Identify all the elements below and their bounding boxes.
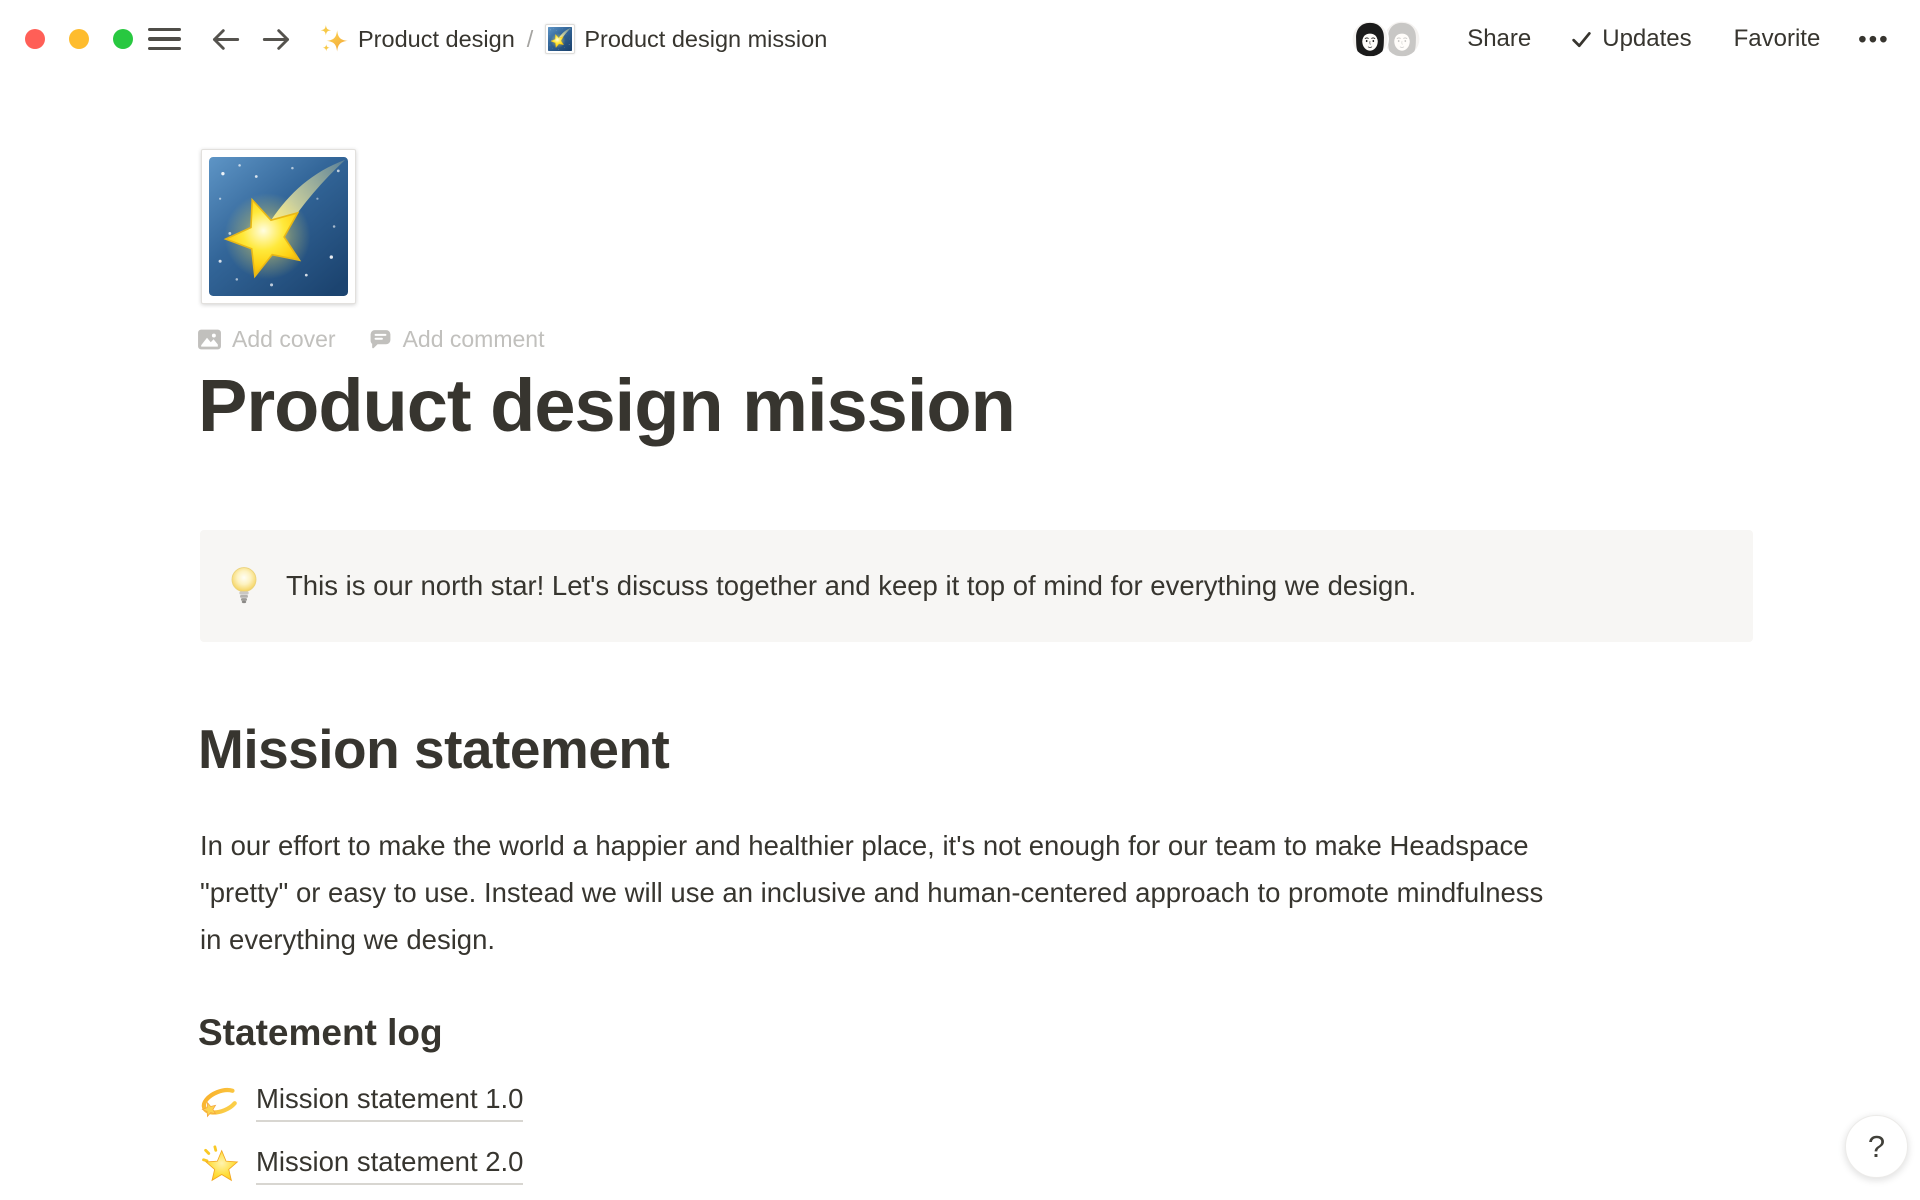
shooting-star-page-icon (545, 24, 575, 54)
back-arrow-icon[interactable] (210, 26, 241, 53)
page-link-mission-statement-1[interactable]: Mission statement 1.0 (199, 1077, 523, 1127)
more-options-button[interactable]: ••• (1858, 26, 1890, 53)
ellipsis-icon: ••• (1858, 26, 1890, 53)
picture-icon (197, 327, 222, 352)
help-button[interactable]: ? (1845, 1115, 1908, 1178)
window-topbar: Product design / Product design mission … (0, 0, 1920, 78)
question-mark-icon: ? (1868, 1129, 1885, 1165)
glowing-star-emoji (199, 1143, 243, 1187)
zoom-button[interactable] (113, 29, 133, 49)
collaborator-avatars[interactable] (1351, 20, 1421, 58)
comment-bubble-icon (368, 327, 393, 352)
checkmark-icon (1571, 30, 1592, 48)
paragraph-line: "pretty" or easy to use. Instead we will… (200, 869, 1543, 916)
favorite-button[interactable]: Favorite (1734, 25, 1821, 53)
sparkles-icon (319, 24, 349, 54)
callout-text: This is our north star! Let's discuss to… (286, 567, 1416, 605)
mission-paragraph: In our effort to make the world a happie… (200, 822, 1543, 963)
breadcrumb-label: Product design mission (584, 26, 827, 53)
shooting-star-image (209, 157, 348, 296)
window-controls (25, 29, 133, 49)
hamburger-menu-icon[interactable] (146, 24, 183, 55)
close-button[interactable] (25, 29, 45, 49)
heading-mission-statement: Mission statement (198, 722, 669, 777)
avatar (1351, 20, 1389, 58)
breadcrumb-item-product-design-mission[interactable]: Product design mission (545, 24, 827, 54)
light-bulb-emoji (230, 566, 258, 606)
page-action-row: Add cover Add comment (197, 326, 544, 353)
heading-statement-log: Statement log (198, 1014, 443, 1051)
breadcrumb-separator: / (527, 26, 534, 53)
updates-button[interactable]: Updates (1571, 25, 1691, 53)
page-link-label: Mission statement 2.0 (256, 1145, 523, 1185)
page-link-label: Mission statement 1.0 (256, 1082, 523, 1122)
share-button[interactable]: Share (1467, 25, 1531, 53)
minimize-button[interactable] (69, 29, 89, 49)
page-link-mission-statement-2[interactable]: Mission statement 2.0 (199, 1140, 523, 1190)
paragraph-line: in everything we design. (200, 916, 1543, 963)
breadcrumb-item-product-design[interactable]: Product design (319, 24, 515, 54)
add-cover-button[interactable]: Add cover (197, 326, 336, 353)
paragraph-line: In our effort to make the world a happie… (200, 822, 1543, 869)
callout-block: This is our north star! Let's discuss to… (200, 530, 1753, 642)
breadcrumb: Product design / Product design mission (319, 24, 827, 54)
page-icon[interactable] (201, 149, 356, 304)
forward-arrow-icon[interactable] (261, 26, 292, 53)
statement-log-links: Mission statement 1.0 Mission statement … (199, 1077, 523, 1190)
page-title: Product design mission (198, 369, 1015, 443)
breadcrumb-label: Product design (358, 26, 515, 53)
dizzy-star-emoji (199, 1080, 243, 1124)
add-comment-button[interactable]: Add comment (368, 326, 545, 353)
